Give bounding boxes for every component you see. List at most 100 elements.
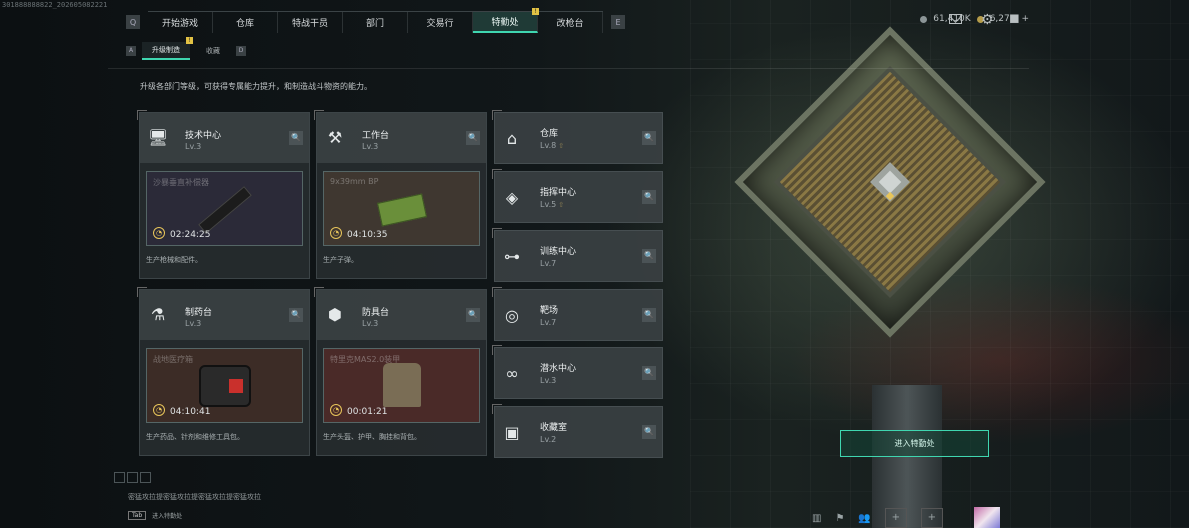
subtab-collection[interactable]: 收藏 [196,43,230,60]
facility-name: 潜水中心 [540,364,577,374]
facility-name: 制药台 [185,308,213,318]
corner-marker [314,287,324,297]
production-slot[interactable]: 战地医疗箱 ◔ 04:10:41 [146,348,303,423]
facility-name: 训练中心 [540,247,577,257]
target-icon: ◎ [505,306,519,325]
produced-item-name: 沙暴垂直补偿器 [153,178,209,187]
nav-prev-key[interactable]: Q [126,15,140,29]
search-icon[interactable]: 🔍 [289,308,303,322]
facility-row[interactable]: ◎ 靶场 Lv.7 🔍 [492,287,663,341]
facility-name: 靶场 [540,306,559,316]
production-card[interactable]: ⚒ 工作台 Lv.3 🔍 9x39mm BP ◔ 04:10:35 生产子弹。 [314,110,487,279]
tab-1[interactable]: 仓库 [213,12,278,33]
card-header: ⚗ 制药台 Lv.3 🔍 [137,287,309,340]
nav-next-key[interactable]: E [611,15,625,29]
produced-item-name: 战地医疗箱 [153,355,193,364]
item-image [198,365,251,407]
facility-level: Lv.2 [540,435,556,444]
tab-label: 改枪台 [556,19,584,29]
production-slot[interactable]: 特里克MAS2.0装甲 ◔ 00:01:21 [323,348,480,423]
facility-name: 防具台 [362,308,390,318]
search-icon[interactable]: 🔍 [642,131,656,145]
production-slot[interactable]: 沙暴垂直补偿器 ◔ 02:24:25 [146,171,303,246]
tools-icon: ⚒ [327,128,343,147]
search-icon[interactable]: 🔍 [466,131,480,145]
cube-core [870,162,910,202]
tab-label: 交易行 [426,19,454,29]
facility-level: Lv.3 [185,319,202,328]
notification-icon[interactable]: ⚑ [835,513,844,524]
tab-5[interactable]: 特勤处! [473,8,539,33]
production-card[interactable]: 🖥 技术中心 Lv.3 🔍 沙暴垂直补偿器 ◔ 02:24:25 生产枪械和配件… [137,110,310,279]
production-card[interactable]: ⚗ 制药台 Lv.3 🔍 战地医疗箱 ◔ 04:10:41 生产药品、针剂和维修… [137,287,310,456]
dumbbell-icon: ⊶ [504,247,520,266]
page-description: 升级各部门等级，可获得专属能力提升，和制造战斗物资的能力。 [140,82,372,91]
facility-row[interactable]: ⌂ 仓库 Lv.8 ⇧ 🔍 [492,110,663,164]
warehouse-icon: ⌂ [506,129,518,148]
mail-icon[interactable] [949,14,962,24]
facility-level: Lv.3 [540,376,556,385]
tab-hint: Tab 进入特勤处 [128,511,182,520]
facility-row[interactable]: ⊶ 训练中心 Lv.7 🔍 [492,228,663,282]
chart-icon[interactable]: ▥ [812,513,821,524]
facility-description: 生产头盔、护甲、胸挂和背包。 [323,433,421,441]
add-button-2[interactable]: + [920,508,943,528]
subnav-prev-key[interactable]: A [126,46,136,56]
close-icon[interactable]: ◼ [1009,11,1020,26]
facility-level: Lv.3 [185,142,202,151]
diving-icon: ∞ [505,364,519,383]
search-icon[interactable]: 🔍 [642,366,656,380]
monitor-icon: 🖥 [147,128,169,147]
tab-label: 特勤处 [491,18,519,28]
tab-label: 开始游戏 [161,19,198,29]
subtab-upgrade[interactable]: 升级制造 ! [142,37,193,60]
subnav-next-key[interactable]: D [236,46,246,56]
enter-facility-button[interactable]: 进入特勤处 [840,430,989,457]
corner-marker [492,287,502,297]
production-slot[interactable]: 9x39mm BP ◔ 04:10:35 [323,171,480,246]
search-icon[interactable]: 🔍 [289,131,303,145]
add-currency-button[interactable]: + [1021,14,1029,24]
search-icon[interactable]: 🔍 [642,249,656,263]
facility-level-value: Lv.7 [540,318,557,327]
production-timer: 04:10:41 [170,407,211,417]
facility-level: Lv.8 ⇧ [540,141,564,150]
tab-label: 特战干员 [291,19,328,29]
tab-0[interactable]: 开始游戏 [148,12,213,33]
corner-marker [137,110,147,120]
corner-marker [492,169,502,179]
facility-row[interactable]: ▣ 收藏室 Lv.2 🔍 [492,404,663,458]
avatar[interactable] [974,507,1000,528]
search-icon[interactable]: 🔍 [642,308,656,322]
tab-4[interactable]: 交易行 [408,12,473,33]
facility-description: 生产药品、针剂和维修工具包。 [146,433,244,441]
cube-light [885,191,895,201]
tab-6[interactable]: 改枪台 [538,12,603,33]
upgrade-icon: ⇧ [558,142,565,150]
divider [108,68,1029,69]
facility-row[interactable]: ∞ 潜水中心 Lv.3 🔍 [492,345,663,399]
corner-marker [492,110,502,120]
tab-2[interactable]: 特战干员 [278,12,343,33]
facility-level: Lv.7 [540,318,556,327]
facility-level: Lv.7 [540,259,556,268]
tab-3[interactable]: 部门 [343,12,408,33]
production-card[interactable]: ⬢ 防具台 Lv.3 🔍 特里克MAS2.0装甲 ◔ 00:01:21 生产头盔… [314,287,487,456]
facility-row[interactable]: ◈ 指挥中心 Lv.5 ⇧ 🔍 [492,169,663,223]
command-icon: ◈ [505,188,519,207]
microscope-icon: ⚗ [150,305,166,324]
tab-key[interactable]: Tab [128,511,147,520]
bottom-toolbar: ▥ ⚑ 👥 + + [812,508,943,528]
facility-level-value: Lv.7 [540,259,557,268]
search-icon[interactable]: 🔍 [642,425,656,439]
add-button-1[interactable]: + [884,508,907,528]
facility-level-value: Lv.3 [540,376,557,385]
facility-level: Lv.5 ⇧ [540,200,564,209]
search-icon[interactable]: 🔍 [466,308,480,322]
facility-description: 生产枪械和配件。 [146,256,202,264]
clock-icon: ◔ [153,227,165,239]
search-icon[interactable]: 🔍 [642,190,656,204]
friends-icon[interactable]: 👥 [858,513,870,524]
gear-icon[interactable]: ⚙ [981,12,994,28]
card-header: ⬢ 防具台 Lv.3 🔍 [314,287,486,340]
